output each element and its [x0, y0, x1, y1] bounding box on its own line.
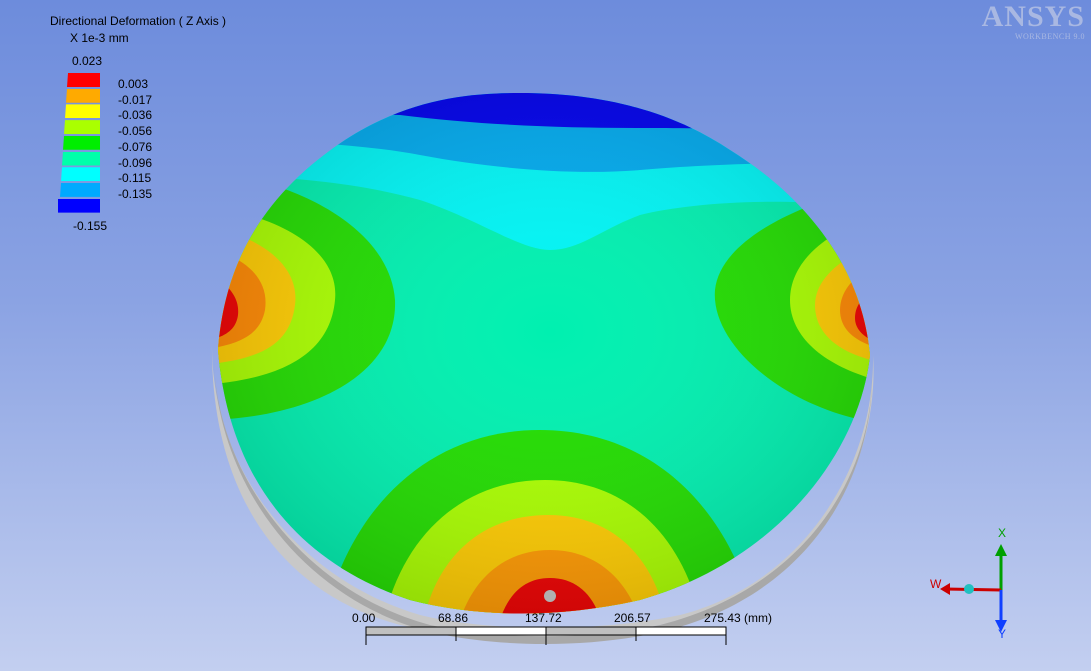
scale-tick-4: 275.43 (mm)	[704, 611, 773, 625]
scale-tick-0: 0.00	[352, 611, 376, 625]
axis-x-label: X	[998, 526, 1007, 540]
axis-w-label: W	[930, 577, 942, 591]
scale-tick-1: 68.86	[438, 611, 469, 625]
scale-tick-2: 137.72	[525, 611, 562, 625]
model-viewport[interactable]	[0, 0, 1091, 671]
center-pin	[544, 590, 556, 602]
axis-y-label: Y	[998, 627, 1007, 641]
scale-tick-3: 206.57	[614, 611, 651, 625]
